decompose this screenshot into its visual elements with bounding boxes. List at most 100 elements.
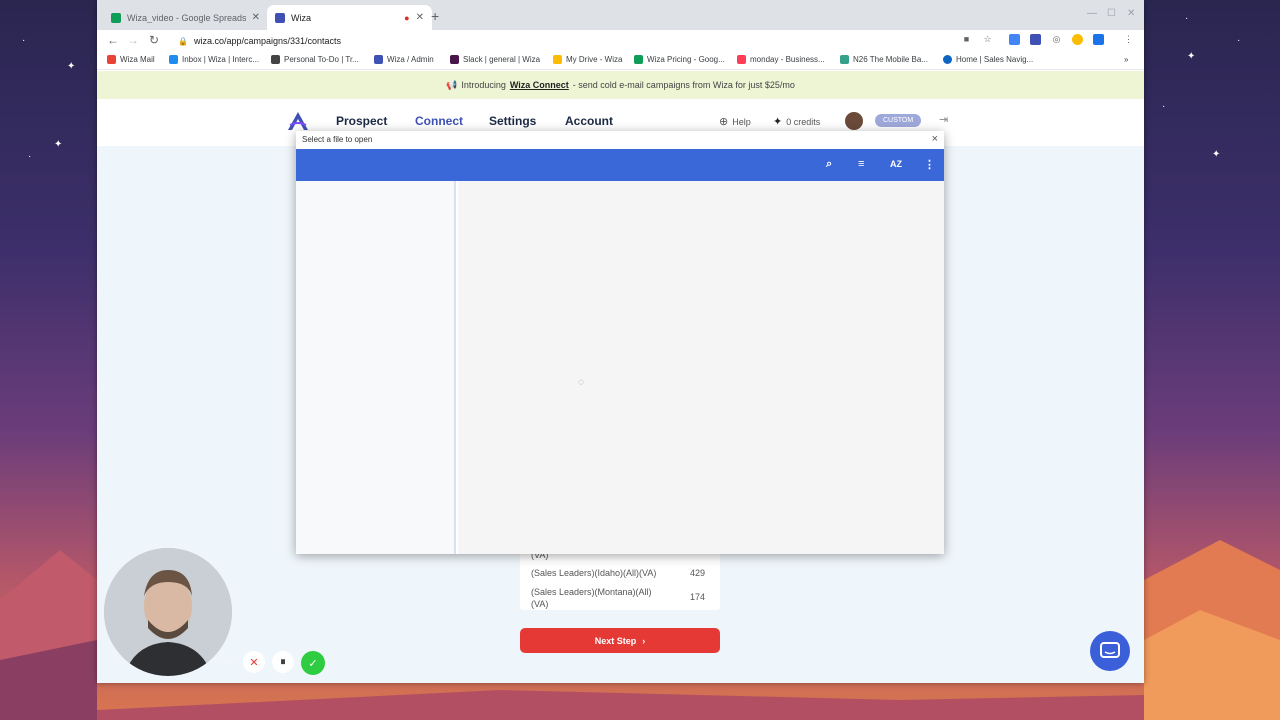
tab-spreadsheet[interactable]: Wiza_video - Google Spreadshe ✕ <box>103 5 268 30</box>
bookmark-item[interactable]: Personal To-Do | Tr... <box>271 55 359 64</box>
chevron-right-icon: › <box>642 635 646 646</box>
bookmark-item[interactable]: N26 The Mobile Ba... <box>840 55 928 64</box>
bookmark-label: Slack | general | Wiza <box>463 55 541 64</box>
bookmark-item[interactable]: Wiza Mail <box>107 55 155 64</box>
list-item[interactable]: (Sales Leaders)(Montana)(All)(VA) 174 <box>531 586 705 610</box>
extension-icon[interactable]: ◎ <box>1051 34 1062 45</box>
bookmark-item[interactable]: monday - Business... <box>737 55 825 64</box>
chat-launcher-button[interactable] <box>1090 631 1130 671</box>
wiza-icon <box>374 55 383 64</box>
bookmark-label: Wiza Pricing - Goog... <box>647 55 725 64</box>
reload-icon[interactable]: ↻ <box>149 33 159 47</box>
list-view-icon[interactable]: ≡ <box>858 158 864 170</box>
bookmark-label: N26 The Mobile Ba... <box>853 55 929 64</box>
finish-recording-button[interactable]: ✓ <box>301 651 325 675</box>
tab-wiza[interactable]: Wiza ● ✕ <box>267 5 432 30</box>
sales-navigator-icon <box>943 55 952 64</box>
file-picker-dialog: Select a file to open × ⌕ ≡ AZ ⋮ ◌ <box>296 131 944 554</box>
star-decoration: ✦ <box>54 139 63 150</box>
next-step-button[interactable]: Next Step › <box>520 628 720 653</box>
tab-title: Wiza <box>291 12 311 23</box>
presenter-avatar-icon <box>104 548 232 676</box>
credits-label: 0 credits <box>786 116 821 127</box>
bookmark-label: Inbox | Wiza | Interc... <box>182 55 260 64</box>
new-tab-icon[interactable]: + <box>431 8 439 24</box>
wiza-logo-icon[interactable] <box>287 111 309 131</box>
menu-kebab-icon[interactable]: ⋮ <box>1123 34 1134 45</box>
banner-prefix: Introducing <box>461 80 506 90</box>
more-bookmarks-label: » <box>1124 55 1129 64</box>
list-item-name: (Sales Leaders)(Montana)(All)(VA) <box>531 587 652 609</box>
close-icon[interactable]: × <box>932 133 938 145</box>
star-decoration: · <box>22 35 26 46</box>
bookmark-item[interactable]: Inbox | Wiza | Interc... <box>169 55 259 64</box>
help-link[interactable]: ⊕ Help <box>719 115 751 128</box>
bookmark-label: My Drive - Wiza <box>566 55 623 64</box>
bookmark-label: Wiza / Admin <box>387 55 434 64</box>
bookmark-item[interactable]: Slack | general | Wiza <box>450 55 540 64</box>
url-text: wiza.co/app/campaigns/331/contacts <box>193 36 342 46</box>
more-options-icon[interactable]: ⋮ <box>924 158 935 171</box>
list-item-count: 429 <box>689 568 705 578</box>
banner-suffix: - send cold e-mail campaigns from Wiza f… <box>572 80 795 90</box>
picker-file-area: ◌ <box>458 181 944 554</box>
n26-icon <box>840 55 849 64</box>
megaphone-icon: 📢 <box>446 79 458 90</box>
gmail-icon <box>107 55 116 64</box>
nav-prospect[interactable]: Prospect <box>336 114 387 128</box>
chat-icon <box>1100 642 1120 658</box>
bookmark-item[interactable]: Wiza Pricing - Goog... <box>634 55 725 64</box>
bookmarks-bar: Wiza Mail Inbox | Wiza | Interc... Perso… <box>97 52 1144 70</box>
loading-spinner-icon: ◌ <box>578 377 584 388</box>
nav-settings[interactable]: Settings <box>489 114 536 128</box>
extension-icon[interactable] <box>1009 34 1020 45</box>
close-tab-icon[interactable]: ✕ <box>416 12 424 23</box>
sort-az-icon[interactable]: AZ <box>890 159 902 169</box>
more-bookmarks-button[interactable]: » <box>1124 55 1128 64</box>
search-icon[interactable]: ⌕ <box>826 158 832 171</box>
extension-icon[interactable] <box>1030 34 1041 45</box>
sheets-icon <box>111 12 121 23</box>
monday-icon <box>737 55 746 64</box>
bookmark-label: Wiza Mail <box>120 55 155 64</box>
minimize-icon[interactable]: — <box>1087 8 1097 19</box>
wiza-icon <box>275 12 285 23</box>
list-item-name: (Sales Leaders)(Idaho)(All)(VA) <box>531 568 657 578</box>
picker-title: Select a file to open <box>302 135 373 144</box>
pause-recording-button[interactable]: ⏸ <box>272 651 294 673</box>
tab-bar: Wiza_video - Google Spreadshe ✕ Wiza ● ✕… <box>97 0 1144 30</box>
browser-toolbar: ← → ↻ 🔒 wiza.co/app/campaigns/331/contac… <box>97 30 1144 52</box>
help-icon: ⊕ <box>719 116 729 128</box>
address-bar[interactable]: 🔒 wiza.co/app/campaigns/331/contacts <box>172 32 942 50</box>
logout-icon[interactable]: ⇥ <box>939 113 948 126</box>
nav-account[interactable]: Account <box>565 114 613 128</box>
more-icon[interactable]: ⋯ <box>216 651 238 673</box>
cancel-recording-button[interactable]: ✕ <box>243 651 265 673</box>
avatar[interactable] <box>845 112 863 130</box>
close-tab-icon[interactable]: ✕ <box>252 12 260 23</box>
bookmark-label: monday - Business... <box>750 55 825 64</box>
credits-indicator[interactable]: ✦ 0 credits <box>773 115 820 128</box>
star-decoration: · <box>28 151 32 162</box>
list-item[interactable]: (Sales Leaders)(Idaho)(All)(VA) 429 <box>531 568 705 578</box>
extension-icon[interactable] <box>1072 34 1083 45</box>
bookmark-label: Personal To-Do | Tr... <box>284 55 359 64</box>
back-icon[interactable]: ← <box>107 33 119 47</box>
google-drive-icon <box>553 55 562 64</box>
extension-icon[interactable] <box>1093 34 1104 45</box>
maximize-icon[interactable]: ☐ <box>1107 8 1116 19</box>
star-decoration: ✦ <box>1212 149 1221 160</box>
bookmark-item[interactable]: Home | Sales Navig... <box>943 55 1033 64</box>
camera-extension-icon[interactable]: ■ <box>961 34 972 45</box>
nav-connect[interactable]: Connect <box>415 114 463 128</box>
bookmark-star-icon[interactable]: ☆ <box>982 34 993 45</box>
sheets-icon <box>634 55 643 64</box>
bookmark-item[interactable]: Wiza / Admin <box>374 55 434 64</box>
close-window-icon[interactable]: ✕ <box>1127 8 1135 19</box>
bookmark-item[interactable]: My Drive - Wiza <box>553 55 622 64</box>
star-decoration: · <box>1185 13 1189 24</box>
forward-icon[interactable]: → <box>127 33 139 47</box>
star-decoration: · <box>1162 101 1166 112</box>
banner-link[interactable]: Wiza Connect <box>510 80 569 90</box>
star-decoration: ✦ <box>1187 51 1196 62</box>
